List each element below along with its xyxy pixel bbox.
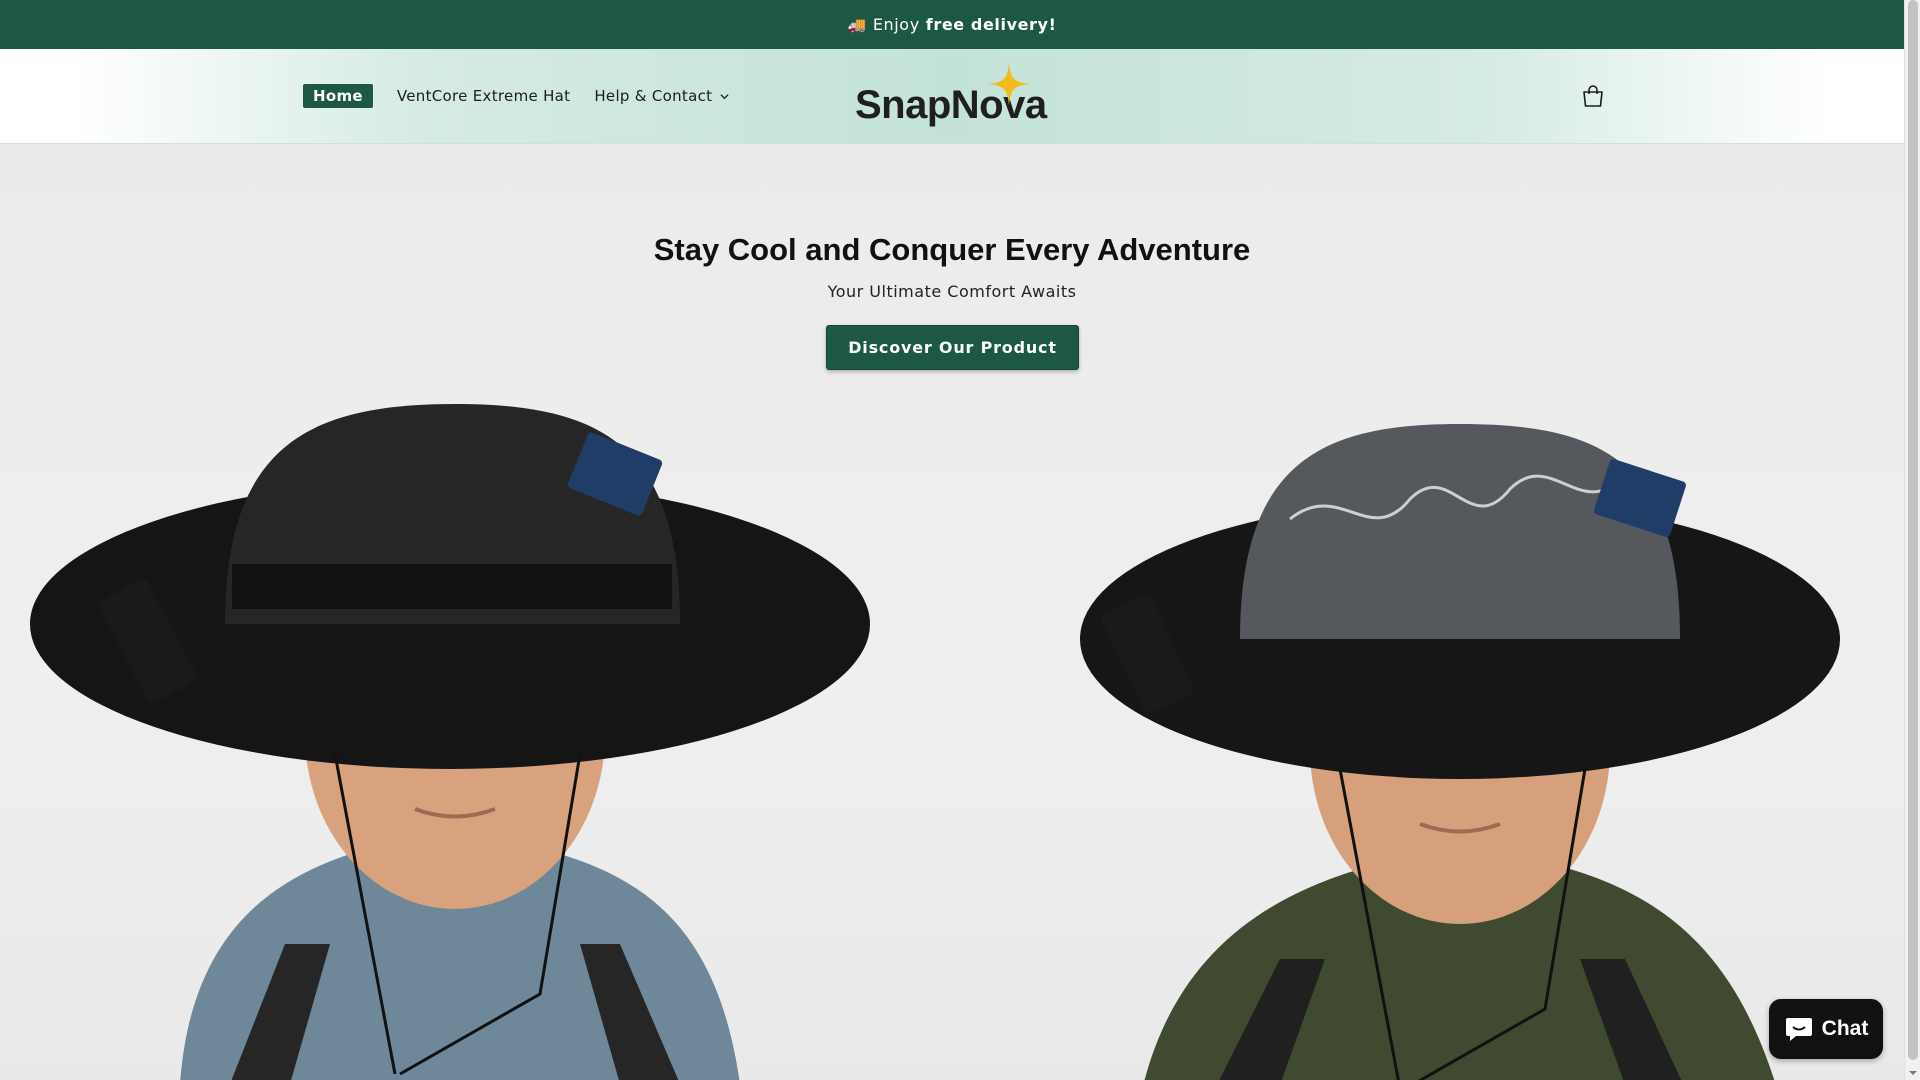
announcement-prefix: Enjoy bbox=[872, 15, 920, 34]
page-scrollbar[interactable] bbox=[1904, 0, 1920, 1080]
brand-logo[interactable]: SnapNova bbox=[853, 63, 1047, 127]
chat-label: Chat bbox=[1821, 1017, 1869, 1040]
cart-icon[interactable] bbox=[1580, 83, 1606, 109]
chat-button[interactable]: Chat bbox=[1769, 999, 1883, 1059]
discover-product-button[interactable]: Discover Our Product bbox=[826, 325, 1079, 370]
chevron-down-icon bbox=[720, 93, 729, 99]
hero-image-right bbox=[1080, 424, 1840, 1080]
nav-help-label: Help & Contact bbox=[594, 87, 713, 105]
scroll-down-arrow-icon[interactable] bbox=[1908, 1068, 1918, 1078]
nav-home-link[interactable]: Home bbox=[303, 84, 373, 108]
hero-image-left bbox=[30, 404, 870, 1080]
hero-title: Stay Cool and Conquer Every Adventure bbox=[653, 232, 1251, 267]
hero-banner: Stay Cool and Conquer Every Adventure Yo… bbox=[0, 144, 1904, 1080]
announcement-highlight: free delivery! bbox=[925, 15, 1057, 34]
main-nav: Home VentCore Extreme Hat Help & Contact bbox=[303, 84, 729, 108]
announcement-bar: 🚚 Enjoy free delivery! bbox=[0, 0, 1904, 49]
chat-bubble-icon bbox=[1785, 1018, 1812, 1041]
scrollbar-thumb[interactable] bbox=[1908, 0, 1918, 1060]
star-icon bbox=[988, 63, 1030, 105]
hero-subtitle: Your Ultimate Comfort Awaits bbox=[827, 282, 1077, 301]
nav-product-link[interactable]: VentCore Extreme Hat bbox=[397, 87, 570, 105]
nav-help-dropdown[interactable]: Help & Contact bbox=[594, 87, 729, 105]
site-header: Home VentCore Extreme Hat Help & Contact… bbox=[0, 49, 1904, 144]
truck-icon: 🚚 bbox=[847, 15, 867, 34]
